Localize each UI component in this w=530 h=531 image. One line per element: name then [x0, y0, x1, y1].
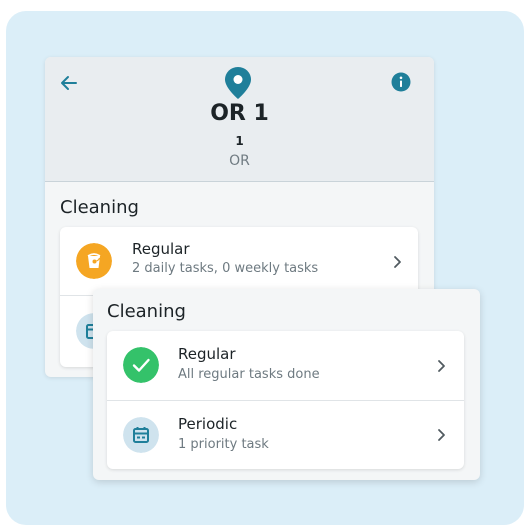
- back-arrow-icon[interactable]: [59, 73, 79, 93]
- cleaning-summary-card: Cleaning Regular All regular tasks done: [93, 289, 480, 480]
- list-item-subtitle: 2 daily tasks, 0 weekly tasks: [132, 261, 319, 276]
- info-icon[interactable]: [391, 72, 411, 92]
- list-item-regular[interactable]: Regular 2 daily tasks, 0 weekly tasks: [60, 227, 418, 296]
- section-title-cleaning: Cleaning: [107, 301, 186, 322]
- cleaning-bucket-icon: [76, 243, 112, 279]
- chevron-right-icon: [394, 256, 401, 268]
- list-item-periodic[interactable]: Periodic 1 priority task: [107, 401, 464, 469]
- calendar-icon: [123, 417, 159, 453]
- list-item-regular[interactable]: Regular All regular tasks done: [107, 331, 464, 401]
- list-item-subtitle: 1 priority task: [178, 437, 269, 452]
- cleaning-list: Regular All regular tasks done Periodic …: [107, 331, 464, 469]
- section-title-cleaning: Cleaning: [60, 197, 139, 218]
- list-item-title: Regular: [178, 345, 236, 363]
- list-item-subtitle: All regular tasks done: [178, 367, 320, 382]
- list-item-title: Regular: [132, 240, 190, 258]
- room-number: 1: [235, 134, 244, 148]
- room-type: OR: [229, 153, 250, 169]
- room-title: OR 1: [210, 101, 269, 126]
- location-pin-icon: [225, 67, 251, 99]
- room-header: OR 1 1 OR: [45, 57, 434, 182]
- list-item-title: Periodic: [178, 415, 238, 433]
- check-icon: [123, 347, 159, 383]
- chevron-right-icon: [438, 360, 445, 372]
- chevron-right-icon: [438, 429, 445, 441]
